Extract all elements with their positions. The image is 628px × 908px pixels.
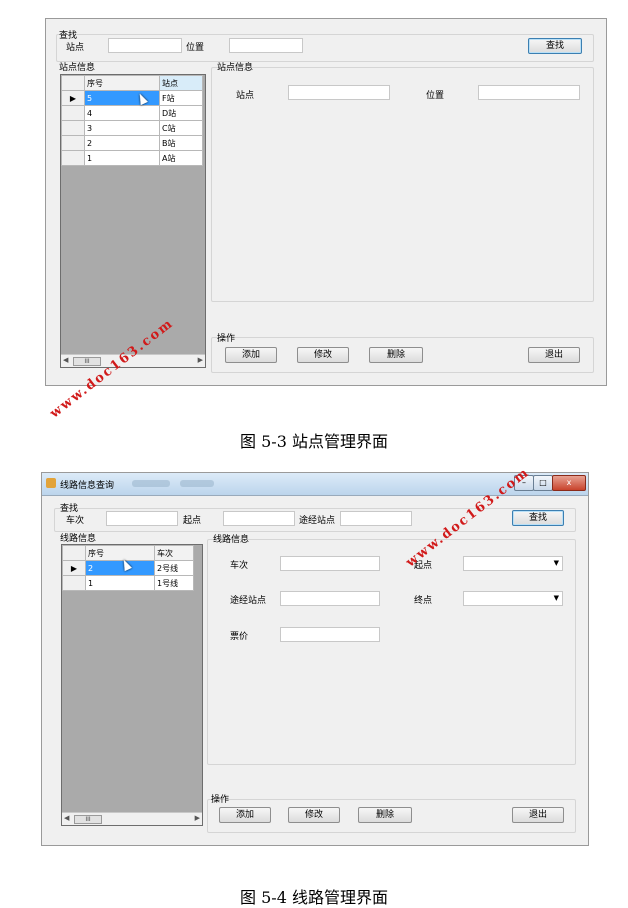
table-cell[interactable]: 3	[84, 120, 160, 136]
table-row[interactable]: 2 B站	[61, 135, 203, 151]
search-button[interactable]: 查找	[512, 510, 564, 526]
delete-button[interactable]: 删除	[369, 347, 423, 363]
table-cell[interactable]: 2	[84, 135, 160, 151]
route-detail-group	[207, 539, 576, 765]
detail-station-input[interactable]	[288, 85, 390, 100]
detail-price-input[interactable]	[280, 627, 380, 642]
detail-start-select[interactable]: ▼	[463, 556, 563, 571]
detail-train-input[interactable]	[280, 556, 380, 571]
table-cell[interactable]: C站	[159, 120, 203, 136]
route-list-group-label: 线路信息	[60, 534, 97, 544]
exit-button[interactable]: 退出	[528, 347, 580, 363]
route-detail-group-label: 线路信息	[213, 535, 250, 545]
table-row[interactable]: ▶ 5 F站	[61, 90, 203, 106]
station-detail-group-label: 站点信息	[217, 63, 254, 73]
location-search-input[interactable]	[229, 38, 303, 53]
row-header	[61, 150, 85, 166]
scroll-left-icon[interactable]: ◀	[63, 356, 68, 364]
table-cell[interactable]: 4	[84, 105, 160, 121]
table-row[interactable]: 1 A站	[61, 150, 203, 166]
station-detail-group	[211, 67, 594, 302]
table-row[interactable]: 4 D站	[61, 105, 203, 121]
chevron-down-icon[interactable]: ▼	[554, 557, 559, 570]
chevron-down-icon[interactable]: ▼	[554, 592, 559, 605]
table-cell[interactable]: A站	[159, 150, 203, 166]
detail-end-label: 终点	[414, 596, 433, 606]
detail-via-input[interactable]	[280, 591, 380, 606]
start-search-label: 起点	[183, 516, 202, 526]
blurred-title-text	[180, 480, 214, 487]
grid-corner	[61, 75, 85, 91]
station-grid[interactable]: 序号 站点 ▶ 5 F站 4 D站 3 C站 2 B站 1 A站 ◀ III ▶	[60, 74, 206, 368]
detail-price-label: 票价	[230, 632, 249, 642]
edit-button[interactable]: 修改	[297, 347, 349, 363]
row-header	[61, 120, 85, 136]
close-icon[interactable]: x	[552, 475, 586, 491]
train-search-input[interactable]	[106, 511, 178, 526]
detail-station-label: 站点	[236, 91, 255, 101]
detail-train-label: 车次	[230, 561, 249, 571]
table-cell[interactable]: F站	[159, 90, 203, 106]
window-title: 线路信息查询	[60, 481, 115, 491]
table-cell[interactable]: 1号线	[154, 575, 194, 591]
row-indicator-icon: ▶	[62, 560, 86, 576]
table-cell[interactable]: B站	[159, 135, 203, 151]
column-header-train[interactable]: 车次	[154, 545, 194, 561]
delete-button[interactable]: 删除	[358, 807, 412, 823]
table-cell[interactable]: 1	[84, 150, 160, 166]
maximize-icon[interactable]: □	[533, 475, 553, 491]
detail-location-input[interactable]	[478, 85, 580, 100]
scroll-right-icon[interactable]: ▶	[195, 814, 200, 822]
row-header	[61, 105, 85, 121]
route-grid[interactable]: 序号 车次 ▶ 2 2号线 1 1号线 ◀ III ▶	[61, 544, 203, 826]
location-search-label: 位置	[186, 43, 205, 53]
operations-group-label: 操作	[211, 795, 230, 805]
station-table: 序号 站点 ▶ 5 F站 4 D站 3 C站 2 B站 1 A站	[61, 75, 203, 166]
table-row[interactable]: 3 C站	[61, 120, 203, 136]
detail-via-label: 途经站点	[230, 596, 267, 606]
blurred-title-text	[132, 480, 170, 487]
row-header	[62, 575, 86, 591]
route-management-window: 线路信息查询 – □ x 查找 车次 起点 途经站点 查找 线路信息 序号 车次…	[41, 472, 589, 846]
row-header	[61, 135, 85, 151]
operations-group-label: 操作	[217, 334, 236, 344]
train-search-label: 车次	[66, 516, 85, 526]
horizontal-scrollbar[interactable]: ◀ III ▶	[62, 812, 202, 825]
detail-end-select[interactable]: ▼	[463, 591, 563, 606]
column-header-station[interactable]: 站点	[159, 75, 203, 91]
via-search-input[interactable]	[340, 511, 412, 526]
scroll-right-icon[interactable]: ▶	[198, 356, 203, 364]
table-cell[interactable]: 1	[85, 575, 155, 591]
scrollbar-thumb[interactable]: III	[73, 357, 101, 366]
figure-caption-1: 图 5-3 站点管理界面	[240, 432, 388, 451]
add-button[interactable]: 添加	[225, 347, 277, 363]
figure-caption-2: 图 5-4 线路管理界面	[240, 888, 388, 907]
station-search-label: 站点	[66, 43, 85, 53]
station-list-group-label: 站点信息	[59, 63, 96, 73]
app-icon	[46, 478, 56, 488]
exit-button[interactable]: 退出	[512, 807, 564, 823]
table-cell[interactable]: 2号线	[154, 560, 194, 576]
scroll-left-icon[interactable]: ◀	[64, 814, 69, 822]
column-header-index[interactable]: 序号	[85, 545, 155, 561]
search-button[interactable]: 查找	[528, 38, 582, 54]
add-button[interactable]: 添加	[219, 807, 271, 823]
detail-location-label: 位置	[426, 91, 445, 101]
row-indicator-icon: ▶	[61, 90, 85, 106]
station-search-input[interactable]	[108, 38, 182, 53]
table-cell[interactable]: D站	[159, 105, 203, 121]
column-header-index[interactable]: 序号	[84, 75, 160, 91]
table-cell[interactable]: 5	[84, 90, 160, 106]
edit-button[interactable]: 修改	[288, 807, 340, 823]
via-search-label: 途经站点	[299, 516, 336, 526]
table-row[interactable]: 1 1号线	[62, 575, 194, 591]
station-management-window: 查找 站点 位置 查找 站点信息 序号 站点 ▶ 5 F站 4 D站 3 C站 …	[45, 18, 607, 386]
grid-corner	[62, 545, 86, 561]
start-search-input[interactable]	[223, 511, 295, 526]
scrollbar-thumb[interactable]: III	[74, 815, 102, 824]
